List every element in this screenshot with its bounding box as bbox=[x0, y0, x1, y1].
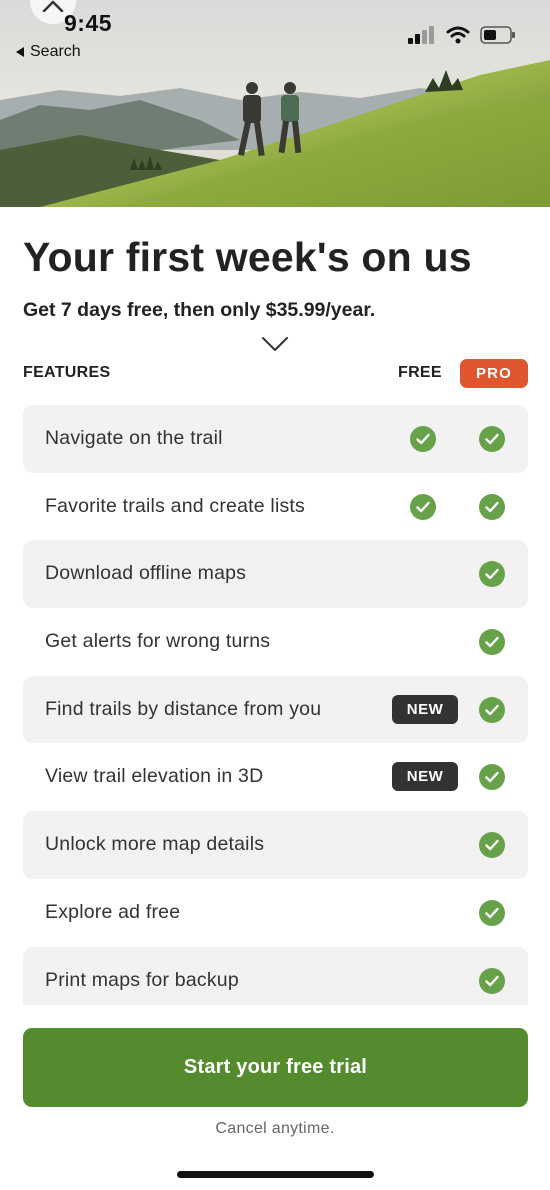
new-badge: NEW bbox=[392, 694, 458, 724]
home-indicator[interactable] bbox=[177, 1171, 374, 1178]
pro-column-badge: PRO bbox=[460, 359, 528, 388]
pro-checkmark-icon bbox=[479, 493, 505, 520]
feature-label: View trail elevation in 3D bbox=[45, 765, 264, 788]
feature-label: Find trails by distance from you bbox=[45, 697, 322, 720]
pro-checkmark-icon bbox=[479, 629, 505, 656]
chevron-down-icon bbox=[262, 337, 288, 351]
page-title: Your first week's on us bbox=[23, 234, 472, 280]
pro-checkmark-icon bbox=[479, 899, 505, 926]
feature-row: Unlock more map details bbox=[23, 811, 528, 879]
pricing-subtitle: Get 7 days free, then only $35.99/year. bbox=[23, 299, 376, 321]
features-header: FEATURES FREE PRO bbox=[23, 358, 528, 388]
back-to-search-link[interactable]: Search bbox=[16, 43, 81, 61]
feature-label: Unlock more map details bbox=[45, 833, 265, 856]
status-time: 9:45 bbox=[64, 10, 113, 36]
pro-checkmark-icon bbox=[479, 426, 505, 452]
status-icons bbox=[408, 26, 516, 44]
free-checkmark-icon bbox=[410, 426, 436, 452]
pro-checkmark-icon bbox=[479, 561, 505, 588]
feature-label: Favorite trails and create lists bbox=[45, 494, 305, 517]
pro-checkmark-icon bbox=[479, 764, 505, 791]
feature-label: Explore ad free bbox=[45, 900, 181, 923]
feature-row: Favorite trails and create lists bbox=[23, 473, 528, 541]
expand-details-button[interactable] bbox=[261, 336, 289, 357]
features-list[interactable]: Navigate on the trail Favorite trails and… bbox=[23, 405, 528, 1005]
wifi-icon bbox=[446, 26, 470, 44]
cellular-signal-icon bbox=[408, 26, 434, 44]
free-checkmark-icon bbox=[410, 493, 436, 520]
pro-checkmark-icon bbox=[479, 967, 505, 994]
feature-row: Print maps for backup bbox=[23, 946, 528, 1005]
pro-checkmark-icon bbox=[479, 832, 505, 859]
pro-checkmark-icon bbox=[479, 696, 505, 723]
feature-label: Navigate on the trail bbox=[45, 427, 223, 449]
new-badge: NEW bbox=[392, 762, 458, 792]
feature-row: Find trails by distance from you NEW bbox=[23, 675, 528, 744]
back-search-label: Search bbox=[30, 43, 81, 60]
features-column-label: FEATURES bbox=[23, 364, 111, 381]
feature-row: Get alerts for wrong turns bbox=[23, 608, 528, 676]
feature-row: Explore ad free bbox=[23, 879, 528, 947]
feature-row: View trail elevation in 3D NEW bbox=[23, 743, 528, 811]
status-bar: 9:45 Search bbox=[0, 0, 550, 70]
battery-icon bbox=[480, 26, 515, 44]
back-triangle-icon bbox=[16, 47, 24, 57]
feature-label: Print maps for backup bbox=[45, 968, 239, 991]
feature-label: Download offline maps bbox=[45, 562, 247, 585]
start-free-trial-button[interactable]: Start your free trial bbox=[23, 1028, 528, 1107]
feature-row: Navigate on the trail bbox=[23, 405, 528, 473]
feature-row: Download offline maps bbox=[23, 540, 528, 609]
cancel-anytime-note: Cancel anytime. bbox=[215, 1120, 335, 1137]
chevron-up-icon bbox=[42, 0, 64, 12]
free-column-label: FREE bbox=[398, 364, 442, 381]
feature-label: Get alerts for wrong turns bbox=[45, 630, 271, 653]
